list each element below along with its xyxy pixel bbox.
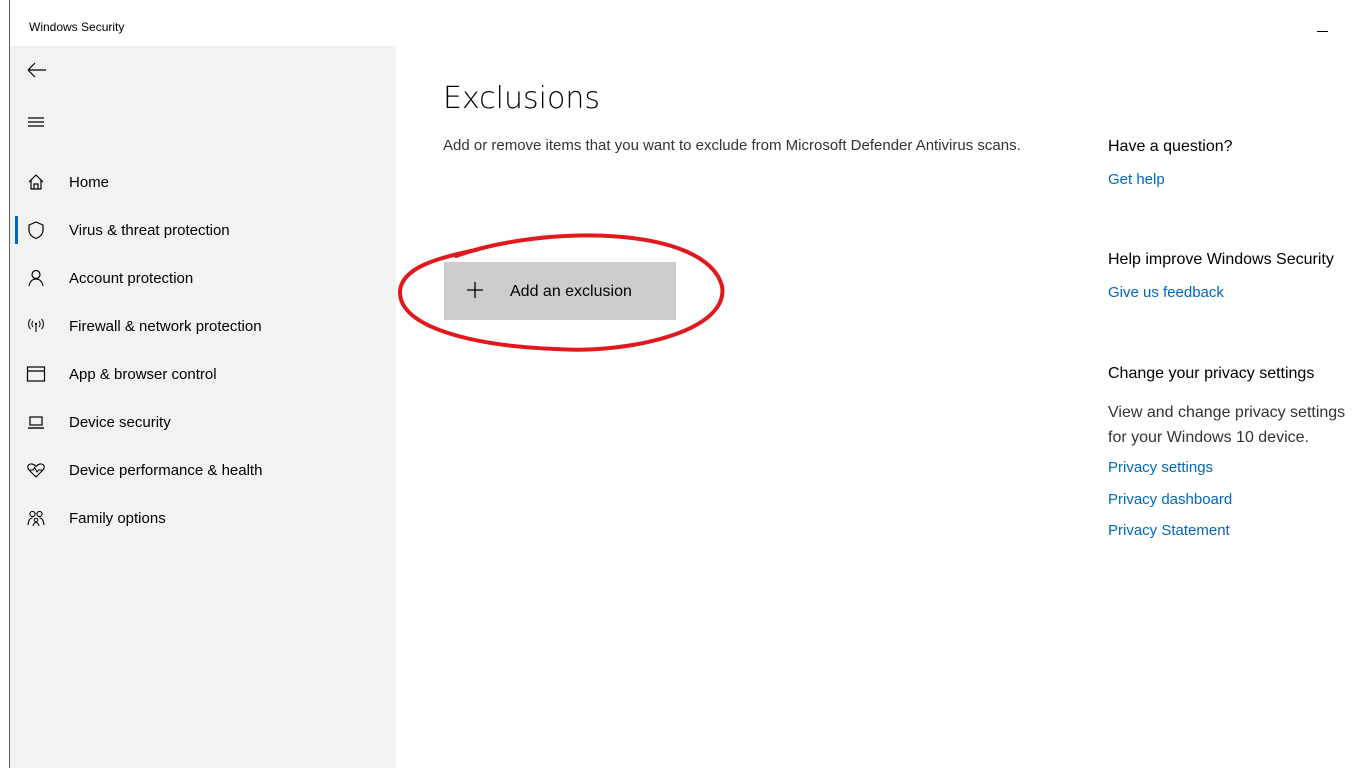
sidebar-item-app-browser-control[interactable]: App & browser control [10, 355, 396, 395]
privacy-settings-link[interactable]: Privacy settings [1108, 459, 1213, 476]
plus-icon [467, 282, 483, 298]
home-icon [28, 174, 44, 190]
hamburger-icon [28, 117, 44, 127]
title-bar: Windows Security [10, 0, 1354, 46]
privacy-statement-link[interactable]: Privacy Statement [1108, 522, 1230, 539]
sidebar-item-label: Virus & threat protection [69, 222, 230, 239]
sidebar-item-label: Device security [69, 414, 171, 431]
page-description: Add or remove items that you want to exc… [443, 137, 1021, 154]
privacy-description-line2: for your Windows 10 device. [1108, 429, 1309, 446]
add-exclusion-button[interactable]: Add an exclusion [444, 262, 676, 320]
back-button[interactable] [22, 56, 50, 84]
right-panel: Have a question? Get help Help improve W… [1108, 46, 1354, 768]
improve-heading: Help improve Windows Security [1108, 251, 1334, 268]
get-help-link[interactable]: Get help [1108, 171, 1165, 188]
minimize-icon [1317, 31, 1328, 32]
menu-button[interactable] [22, 108, 50, 136]
window-title: Windows Security [29, 20, 125, 34]
laptop-icon [28, 416, 44, 429]
sidebar-item-label: Family options [69, 510, 166, 527]
sidebar-item-firewall-network-protection[interactable]: Firewall & network protection [10, 307, 396, 347]
back-arrow-icon [27, 62, 46, 78]
sidebar: Home Virus & threat protection Account p… [10, 46, 396, 768]
sidebar-item-label: Device performance & health [69, 462, 263, 479]
sidebar-item-virus-threat-protection[interactable]: Virus & threat protection [10, 211, 396, 251]
feedback-link[interactable]: Give us feedback [1108, 284, 1224, 301]
minimize-button[interactable] [1306, 14, 1346, 38]
sidebar-item-device-performance-health[interactable]: Device performance & health [10, 451, 396, 491]
privacy-description-line1: View and change privacy settings [1108, 404, 1346, 421]
sidebar-item-family-options[interactable]: Family options [10, 499, 396, 539]
browser-window-icon [26, 366, 46, 382]
page-title: Exclusions [443, 81, 600, 116]
add-exclusion-label: Add an exclusion [510, 283, 632, 300]
heart-pulse-icon [27, 463, 45, 478]
sidebar-item-label: Account protection [69, 270, 194, 287]
question-heading: Have a question? [1108, 138, 1233, 155]
person-icon [28, 269, 44, 287]
privacy-heading: Change your privacy settings [1108, 365, 1315, 382]
sidebar-item-home[interactable]: Home [10, 163, 396, 203]
privacy-dashboard-link[interactable]: Privacy dashboard [1108, 491, 1232, 508]
shield-icon [28, 221, 44, 240]
sidebar-item-label: Home [69, 174, 110, 191]
sidebar-item-device-security[interactable]: Device security [10, 403, 396, 443]
sidebar-item-account-protection[interactable]: Account protection [10, 259, 396, 299]
sidebar-item-label: Firewall & network protection [69, 318, 262, 335]
active-indicator [15, 216, 18, 244]
main-content: Exclusions Add or remove items that you … [396, 46, 1354, 768]
antenna-icon [28, 318, 44, 332]
sidebar-item-label: App & browser control [69, 366, 217, 383]
family-icon [27, 510, 45, 527]
